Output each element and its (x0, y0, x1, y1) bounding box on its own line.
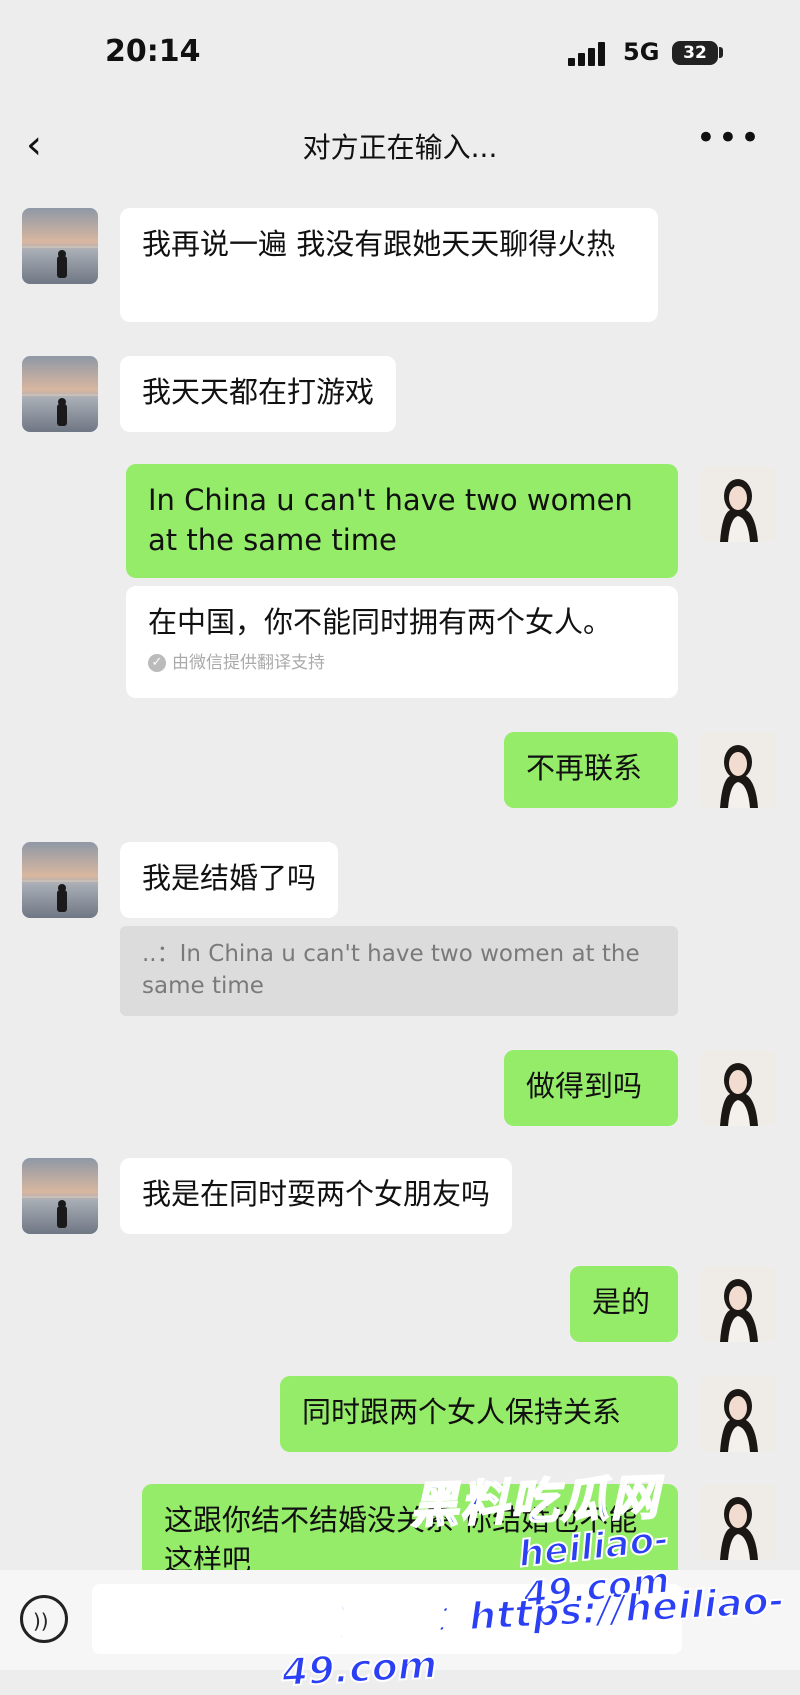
my-avatar[interactable] (700, 466, 776, 542)
signal-icon (568, 42, 612, 66)
translation-credit-text: 由微信提供翻译支持 (172, 653, 325, 673)
my-avatar[interactable] (700, 732, 776, 808)
voice-input-icon[interactable]: )) (20, 1595, 68, 1643)
translation-text: 在中国，你不能同时拥有两个女人。 (148, 605, 613, 639)
message-bubble-incoming[interactable]: 我天天都在打游戏 (120, 356, 397, 432)
chat-header: ‹ 对方正在输入... ••• (0, 110, 800, 182)
quoted-message[interactable]: ..：In China u can't have two women at th… (120, 926, 678, 1016)
battery-tip (719, 47, 723, 58)
my-avatar[interactable] (700, 1376, 776, 1452)
status-time: 20:14 (105, 34, 201, 69)
message-bubble-outgoing[interactable]: 不再联系 (504, 732, 678, 808)
message-bubble-incoming[interactable]: 我再说一遍 我没有跟她天天聊得火热 (120, 208, 658, 322)
message-bubble-outgoing[interactable]: 做得到吗 (504, 1050, 678, 1126)
message-bubble-outgoing[interactable]: In China u can't have two women at the s… (126, 464, 678, 578)
contact-avatar[interactable] (22, 356, 98, 432)
translation-credit: ✓ 由微信提供翻译支持 (148, 648, 656, 673)
my-avatar[interactable] (700, 1266, 776, 1342)
check-icon: ✓ (148, 654, 166, 672)
my-avatar[interactable] (700, 1050, 776, 1126)
message-bubble-outgoing[interactable]: 同时跟两个女人保持关系 (280, 1376, 678, 1452)
status-bar: 20:14 5G 32 (0, 0, 800, 110)
contact-avatar[interactable] (22, 842, 98, 918)
message-bubble-outgoing[interactable]: 是的 (570, 1266, 678, 1342)
message-bubble-incoming[interactable]: 我是在同时耍两个女朋友吗 (120, 1158, 513, 1234)
chat-title: 对方正在输入... (302, 131, 498, 164)
battery-icon: 32 (672, 41, 718, 65)
more-options-icon[interactable]: ••• (696, 118, 762, 158)
message-bubble-incoming[interactable]: 我是结婚了吗 (120, 842, 339, 918)
translation-card[interactable]: 在中国，你不能同时拥有两个女人。 ✓ 由微信提供翻译支持 (126, 586, 678, 698)
contact-avatar[interactable] (22, 208, 98, 284)
network-type: 5G (623, 38, 660, 66)
contact-avatar[interactable] (22, 1158, 98, 1234)
